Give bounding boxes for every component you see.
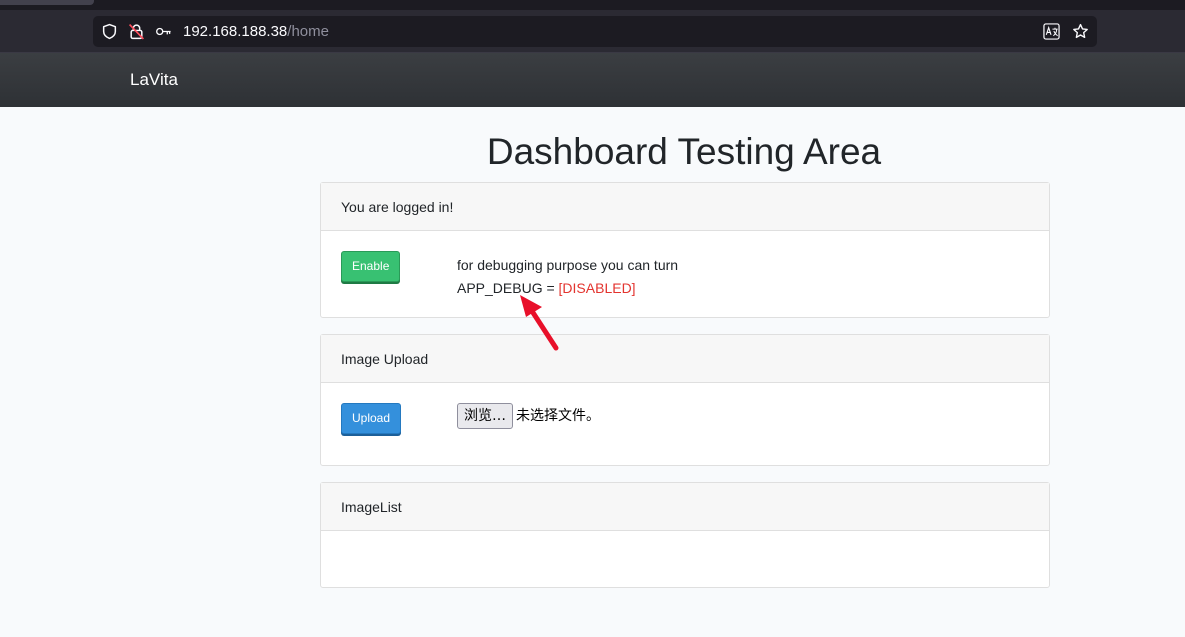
imagelist-card: ImageList (320, 482, 1050, 588)
debug-line-1: for debugging purpose you can turn (457, 257, 679, 273)
login-card: You are logged in! Enable for debugging … (320, 182, 1050, 318)
file-input[interactable]: 浏览… 未选择文件。 (457, 403, 600, 429)
annotation-arrow-icon (520, 295, 559, 351)
page-title-text: Dashboard Testing Area (486, 131, 882, 172)
file-status-label: 未选择文件。 (516, 408, 600, 424)
upload-card-header: Image Upload (321, 335, 1049, 383)
page-title: Dashboard Testing Area (320, 128, 1050, 176)
bookmark-star-icon[interactable] (1072, 23, 1089, 40)
brand-link[interactable]: LaVita (130, 69, 178, 91)
url-path: /home (287, 23, 329, 40)
translate-icon[interactable] (1043, 23, 1060, 40)
shield-icon[interactable] (101, 23, 118, 40)
enable-debug-button[interactable]: Enable (341, 251, 401, 282)
browser-active-tab[interactable] (0, 0, 94, 5)
login-card-body: Enable for debugging purpose you can tur… (321, 231, 1049, 317)
file-browse-button[interactable]: 浏览… (457, 403, 513, 429)
url-text[interactable]: 192.168.188.38/home (183, 22, 329, 41)
url-host: 192.168.188.38 (183, 23, 288, 40)
login-card-header: You are logged in! (321, 183, 1049, 231)
imagelist-card-body (321, 531, 1049, 587)
browser-toolbar: 192.168.188.38/home (0, 10, 1185, 53)
browser-tab-strip (0, 0, 1185, 10)
upload-card: Image Upload Upload 浏览… 未选择文件。 (320, 334, 1050, 466)
upload-card-body: Upload 浏览… 未选择文件。 (321, 383, 1049, 465)
app-debug-status: [DISABLED] (558, 280, 636, 296)
lock-insecure-icon[interactable] (128, 23, 145, 40)
address-bar[interactable]: 192.168.188.38/home (93, 16, 1097, 47)
imagelist-card-header: ImageList (321, 483, 1049, 531)
app-navbar: LaVita (0, 53, 1185, 107)
key-icon[interactable] (155, 23, 172, 40)
upload-button[interactable]: Upload (341, 403, 402, 434)
